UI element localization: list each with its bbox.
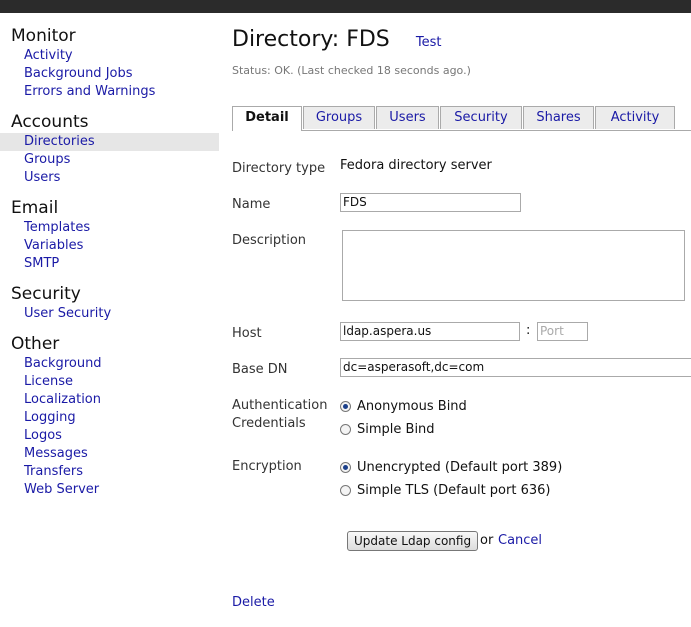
tab-groups[interactable]: Groups: [303, 106, 375, 129]
tab-security[interactable]: Security: [440, 106, 522, 129]
sidebar-item-errors-and-warnings[interactable]: Errors and Warnings: [0, 83, 219, 101]
sidebar-item-variables[interactable]: Variables: [0, 237, 219, 255]
name-input[interactable]: FDS: [340, 193, 521, 212]
sidebar-item-transfers[interactable]: Transfers: [0, 463, 219, 481]
sidebar-item-background-jobs[interactable]: Background Jobs: [0, 65, 219, 83]
update-ldap-config-button[interactable]: Update Ldap config: [347, 531, 479, 551]
radio-simple-tls[interactable]: [340, 485, 351, 496]
sidebar-item-groups[interactable]: Groups: [0, 151, 219, 169]
sidebar-item-license[interactable]: License: [0, 373, 219, 391]
port-input[interactable]: Port: [537, 322, 588, 341]
sidebar-item-logos[interactable]: Logos: [0, 427, 219, 445]
page-title: Directory: FDS: [232, 27, 390, 52]
tab-users[interactable]: Users: [376, 106, 439, 129]
encryption-option-simple-tls[interactable]: Simple TLS (Default port 636): [340, 483, 550, 501]
status-text: Status: OK. (Last checked 18 seconds ago…: [232, 64, 471, 77]
sidebar-item-users[interactable]: Users: [0, 169, 219, 187]
delete-link[interactable]: Delete: [232, 595, 275, 610]
tab-shares[interactable]: Shares: [523, 106, 594, 129]
sidebar-section-other: Other: [11, 334, 60, 354]
host-label: Host: [232, 326, 262, 341]
sidebar-item-localization[interactable]: Localization: [0, 391, 219, 409]
encryption-label: Encryption: [232, 459, 302, 474]
simple-bind-label: Simple Bind: [357, 422, 435, 437]
tab-detail[interactable]: Detail: [232, 106, 302, 131]
auth-option-simple[interactable]: Simple Bind: [340, 422, 435, 440]
radio-simple-bind[interactable]: [340, 424, 351, 435]
sidebar-item-background[interactable]: Background: [0, 355, 219, 373]
host-input[interactable]: ldap.aspera.us: [340, 322, 520, 341]
test-link[interactable]: Test: [416, 35, 442, 50]
directory-type-value: Fedora directory server: [340, 158, 492, 173]
sidebar-section-security: Security: [11, 284, 81, 304]
tab-bar: Detail Groups Users Security Shares Acti…: [232, 106, 691, 131]
auth-credentials-label-line1: Authentication: [232, 398, 328, 413]
base-dn-label: Base DN: [232, 362, 288, 377]
sidebar-item-activity[interactable]: Activity: [0, 47, 219, 65]
sidebar-item-web-server[interactable]: Web Server: [0, 481, 219, 499]
sidebar-nav: Monitor Activity Background Jobs Errors …: [0, 25, 219, 499]
top-bar: [0, 0, 691, 13]
sidebar-item-messages[interactable]: Messages: [0, 445, 219, 463]
sidebar-section-accounts: Accounts: [11, 112, 89, 132]
unencrypted-label: Unencrypted (Default port 389): [357, 460, 563, 475]
sidebar-item-logging[interactable]: Logging: [0, 409, 219, 427]
radio-anonymous-bind[interactable]: [340, 401, 351, 412]
or-text: or: [480, 533, 494, 548]
base-dn-input[interactable]: dc=asperasoft,dc=com: [340, 358, 691, 377]
sidebar-item-smtp[interactable]: SMTP: [0, 255, 219, 273]
description-textarea[interactable]: [342, 230, 685, 301]
description-label: Description: [232, 233, 307, 248]
sidebar-item-templates[interactable]: Templates: [0, 219, 219, 237]
cancel-link[interactable]: Cancel: [498, 533, 542, 548]
title-row: Directory: FDS Test: [232, 27, 442, 57]
encryption-option-unencrypted[interactable]: Unencrypted (Default port 389): [340, 460, 562, 478]
directory-type-label: Directory type: [232, 161, 326, 176]
tab-activity[interactable]: Activity: [595, 106, 675, 129]
name-label: Name: [232, 197, 271, 212]
anonymous-bind-label: Anonymous Bind: [357, 399, 467, 414]
sidebar-section-monitor: Monitor: [11, 26, 76, 46]
auth-option-anonymous[interactable]: Anonymous Bind: [340, 399, 467, 417]
sidebar-item-user-security[interactable]: User Security: [0, 305, 219, 323]
auth-credentials-label-line2: Credentials: [232, 416, 306, 431]
sidebar-item-directories[interactable]: Directories: [0, 133, 219, 151]
sidebar-section-email: Email: [11, 198, 59, 218]
simple-tls-label: Simple TLS (Default port 636): [357, 483, 551, 498]
host-port-separator: :: [526, 323, 531, 338]
radio-unencrypted[interactable]: [340, 462, 351, 473]
